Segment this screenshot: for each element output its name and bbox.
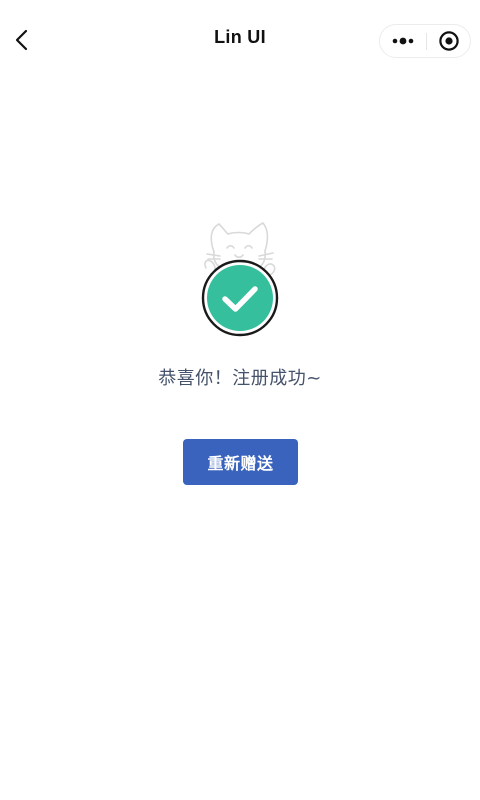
close-mini-program-button[interactable] xyxy=(427,25,471,57)
success-check-icon xyxy=(201,259,279,337)
more-button[interactable] xyxy=(380,25,426,57)
mini-program-capsule xyxy=(379,24,471,58)
success-illustration xyxy=(197,218,283,340)
more-dots-icon xyxy=(392,37,414,45)
target-close-icon xyxy=(439,31,459,51)
navigation-bar: Lin UI xyxy=(0,0,480,82)
resend-button[interactable]: 重新赠送 xyxy=(183,439,298,485)
success-message: 恭喜你！注册成功~ xyxy=(158,368,322,389)
